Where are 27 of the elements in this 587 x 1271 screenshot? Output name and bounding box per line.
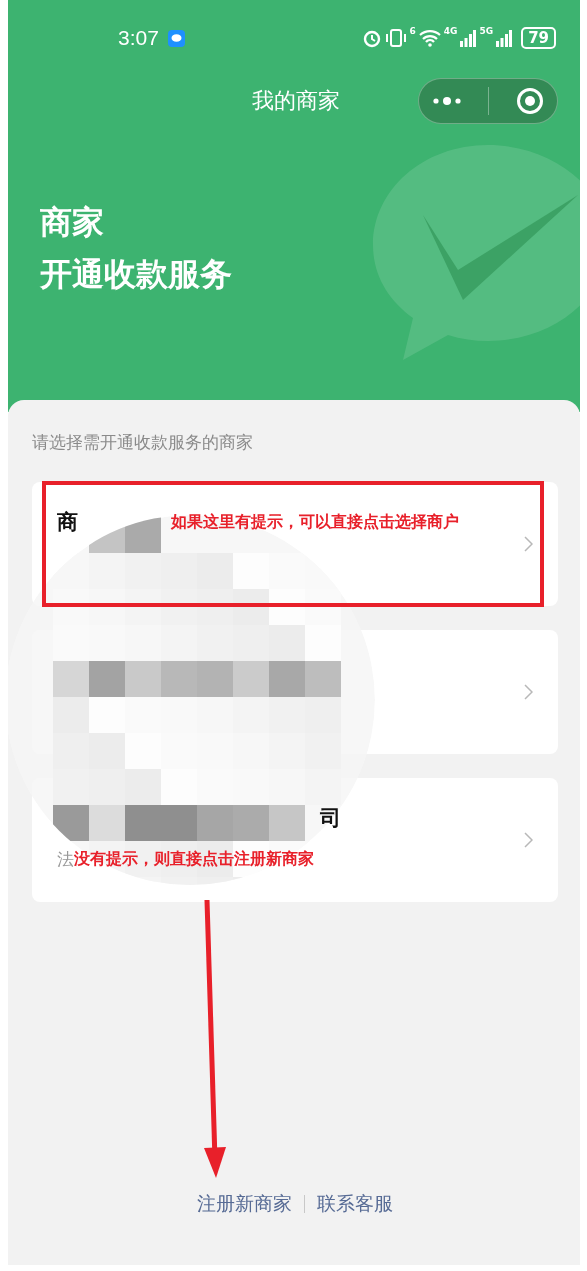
- message-icon: [167, 29, 185, 47]
- chevron-right-icon: [524, 536, 533, 552]
- merchant-name: 司: [320, 805, 341, 832]
- wifi-icon: [418, 29, 441, 47]
- wifi-band-label: 6: [409, 26, 416, 36]
- annotation-text: 如果这里有提示，可以直接点击选择商户: [171, 511, 459, 533]
- signal-icon: [460, 29, 477, 47]
- prompt-text: 请选择需开通收款服务的商家: [32, 431, 254, 454]
- chevron-right-icon: [524, 832, 533, 848]
- chevron-right-icon: [524, 684, 533, 700]
- more-icon[interactable]: [432, 96, 463, 106]
- close-icon[interactable]: [515, 87, 544, 115]
- footer-link[interactable]: 注册新商家: [197, 1191, 292, 1217]
- network-type: 4G: [443, 26, 458, 36]
- hero-heading: 开通收款服务: [40, 254, 233, 295]
- vibrate-icon: [384, 28, 407, 48]
- battery-level: 79: [521, 27, 556, 49]
- signal-icon: [496, 29, 513, 47]
- page-title: 我的商家: [252, 87, 340, 115]
- annotation-text: 没有提示，则直接点击注册新商家: [74, 849, 314, 870]
- network-type: 5G: [479, 26, 494, 36]
- merchant-name: 商: [57, 509, 78, 536]
- alarm-icon: [361, 28, 382, 48]
- footer-link[interactable]: 联系客服: [317, 1191, 393, 1217]
- merchant-subtitle: 法: [57, 848, 74, 871]
- status-time: 3:07: [118, 26, 159, 50]
- hero-heading: 商家: [40, 202, 105, 243]
